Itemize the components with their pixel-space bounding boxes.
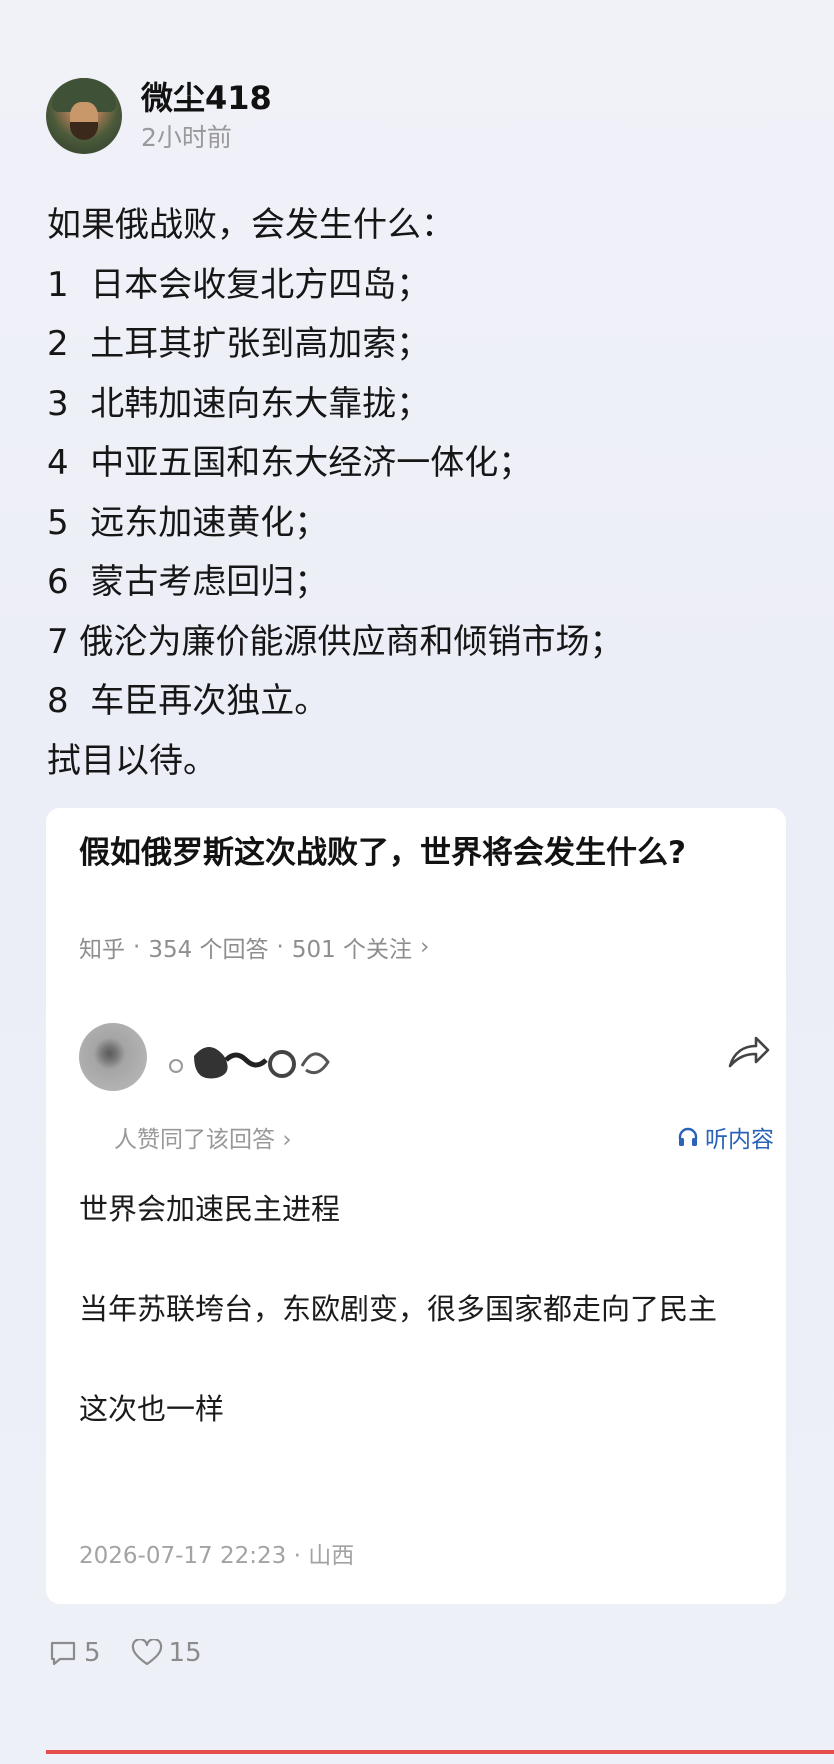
post-footer: 5 15	[48, 1638, 232, 1668]
post-line: 5 远东加速黄化；	[47, 502, 329, 543]
listen-button[interactable]: 听内容	[677, 1120, 774, 1154]
post-line: 2 土耳其扩张到高加索；	[47, 324, 431, 364]
headphones-icon	[678, 1127, 698, 1146]
answerer-name-scribble	[169, 1047, 330, 1079]
chevron-right-icon: ›	[282, 1127, 292, 1153]
answerer-avatar[interactable]	[79, 1023, 147, 1091]
post-line: 3 北韩加速向东大靠拢；	[47, 383, 431, 424]
meta-separator: ·	[133, 934, 141, 960]
answer-paragraph: 当年苏联垮台，东欧剧变，很多国家都走向了民主	[79, 1292, 718, 1326]
author-meta: 微尘418 2小时前	[141, 79, 272, 153]
question-meta[interactable]: 知乎 · 354 个回答 · 501 个关注 ›	[79, 930, 437, 964]
post-line: 8 车臣再次独立。	[47, 681, 329, 721]
agree-label: 人赞同了该回答	[114, 1127, 275, 1153]
answer-location: 山西	[308, 1543, 355, 1569]
question-followers-count: 501 个关注	[291, 937, 413, 963]
author-avatar[interactable]	[46, 78, 122, 154]
like-button[interactable]: 15	[131, 1638, 202, 1668]
comment-button[interactable]: 5	[48, 1638, 101, 1668]
question-title[interactable]: 假如俄罗斯这次战败了，世界将会发生什么?	[79, 828, 759, 878]
question-source: 知乎	[79, 937, 125, 963]
answer-paragraph: 这次也一样	[79, 1392, 225, 1426]
bottom-accent-bar	[46, 1750, 834, 1754]
post-line: 4 中亚五国和东大经济一体化；	[47, 443, 533, 483]
agree-text[interactable]: 人赞同了该回答 ›	[114, 1120, 292, 1154]
post-time: 2小时前	[141, 123, 232, 152]
like-count: 15	[168, 1638, 202, 1668]
comment-icon	[50, 1641, 76, 1666]
listen-label: 听内容	[705, 1127, 774, 1153]
meta-separator: ·	[276, 934, 284, 960]
post-line: 1 日本会收复北方四岛；	[47, 264, 431, 305]
post-header: 微尘418 2小时前	[46, 78, 272, 154]
post-line: 如果俄战败，会发生什么：	[47, 205, 455, 245]
answer-paragraph: 世界会加速民主进程	[79, 1192, 341, 1226]
chevron-right-icon: ›	[420, 934, 430, 960]
answer-date: 2026-07-17 22:23 · 山西	[79, 1536, 354, 1570]
post-line: 拭目以待。	[47, 740, 217, 781]
meta-separator: ·	[293, 1543, 309, 1569]
heart-icon	[131, 1639, 162, 1666]
post-line: 7 俄沦为廉价能源供应商和倾销市场；	[47, 621, 624, 662]
quoted-question-card[interactable]: 假如俄罗斯这次战败了，世界将会发生什么? 知乎 · 354 个回答 · 501 …	[46, 808, 786, 1604]
post-line: 6 蒙古考虑回归；	[47, 562, 329, 602]
comment-count: 5	[84, 1638, 101, 1668]
share-icon[interactable]	[726, 1032, 772, 1072]
author-name[interactable]: 微尘418	[141, 79, 272, 117]
answer-date-value: 2026-07-17 22:23	[79, 1543, 287, 1569]
post-body: 如果俄战败，会发生什么： 1 日本会收复北方四岛； 2 土耳其扩张到高加索； 3…	[47, 196, 807, 791]
answer-content[interactable]: 世界会加速民主进程 当年苏联垮台，东欧剧变，很多国家都走向了民主 这次也一样	[79, 1184, 769, 1434]
question-answers-count: 354 个回答	[148, 937, 269, 963]
